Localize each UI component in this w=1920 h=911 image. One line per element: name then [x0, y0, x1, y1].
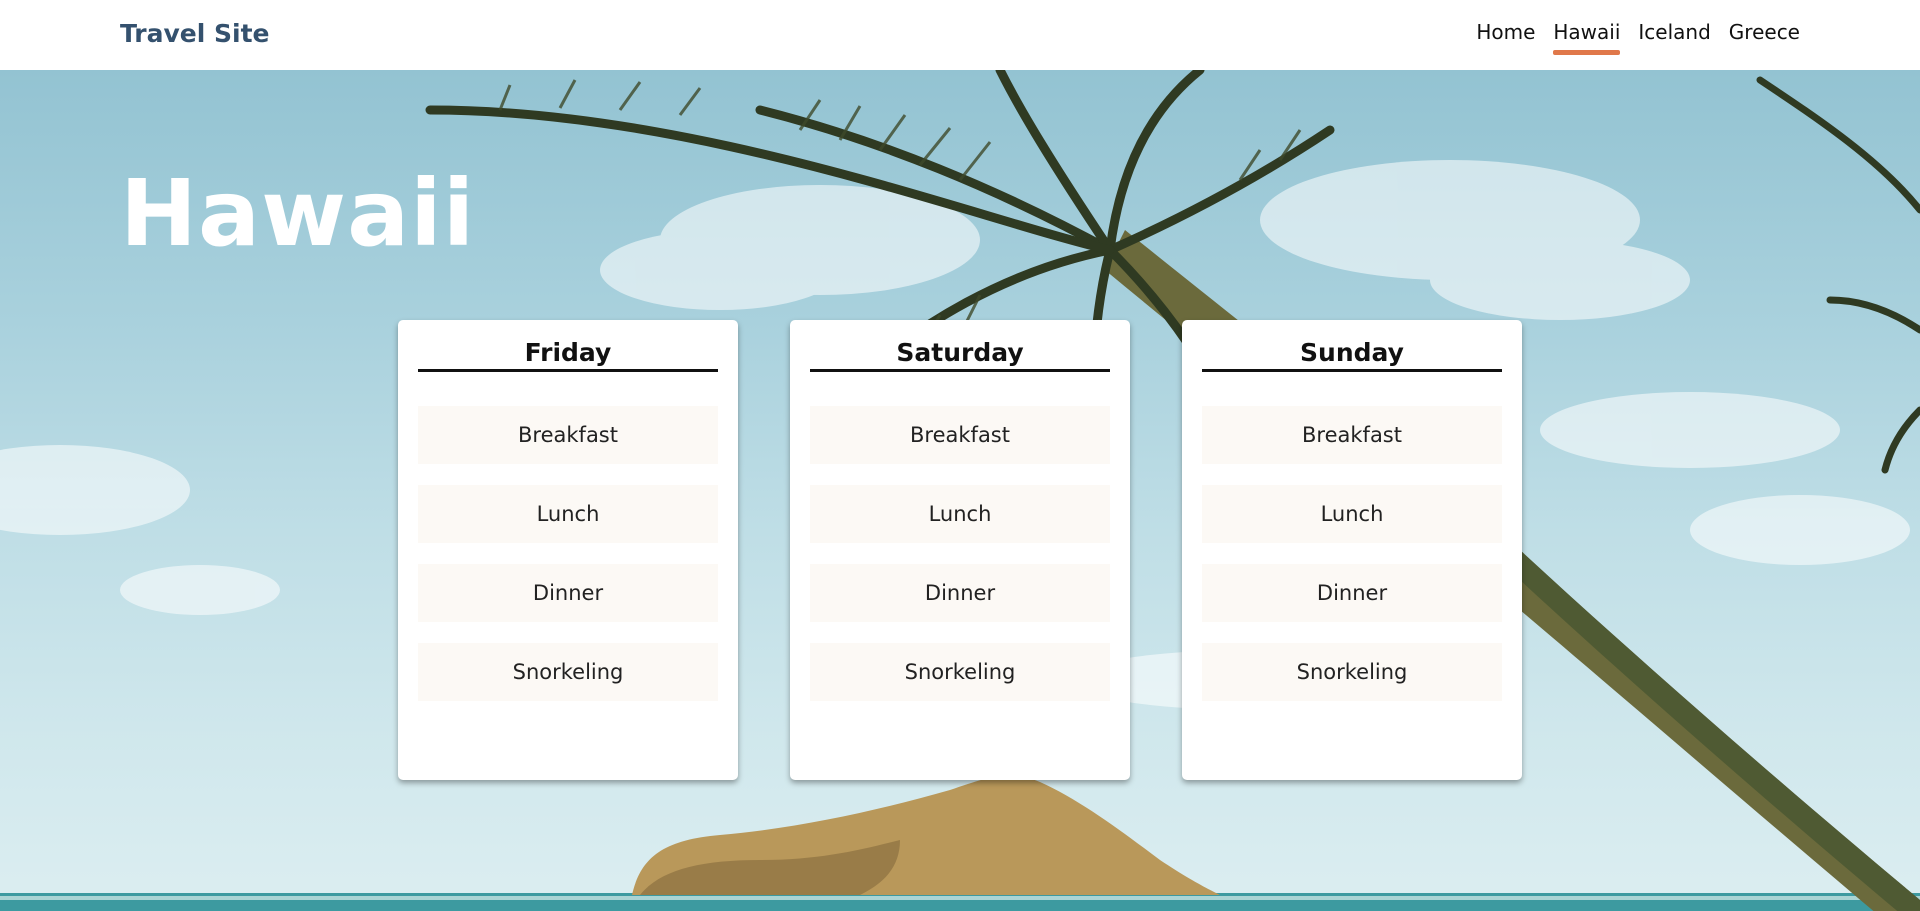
activity-list: Breakfast Lunch Dinner Snorkeling: [1202, 406, 1502, 701]
day-card-sunday: Sunday Breakfast Lunch Dinner Snorkeling: [1182, 320, 1522, 780]
nav-link-hawaii[interactable]: Hawaii: [1553, 20, 1621, 55]
activity-item[interactable]: Breakfast: [1202, 406, 1502, 464]
day-title: Friday: [418, 338, 718, 372]
day-title: Sunday: [1202, 338, 1502, 372]
day-title: Saturday: [810, 338, 1110, 372]
activity-item[interactable]: Dinner: [1202, 564, 1502, 622]
activity-item[interactable]: Breakfast: [810, 406, 1110, 464]
activity-item[interactable]: Lunch: [1202, 485, 1502, 543]
activity-list: Breakfast Lunch Dinner Snorkeling: [810, 406, 1110, 701]
nav-link-greece[interactable]: Greece: [1729, 20, 1800, 55]
itinerary-cards: Friday Breakfast Lunch Dinner Snorkeling…: [398, 320, 1522, 780]
activity-item[interactable]: Dinner: [810, 564, 1110, 622]
day-card-friday: Friday Breakfast Lunch Dinner Snorkeling: [398, 320, 738, 780]
page-title: Hawaii: [120, 160, 476, 267]
day-card-saturday: Saturday Breakfast Lunch Dinner Snorkeli…: [790, 320, 1130, 780]
hero-section: Hawaii Friday Breakfast Lunch Dinner Sno…: [0, 70, 1920, 911]
activity-item[interactable]: Snorkeling: [810, 643, 1110, 701]
nav-menu: Home Hawaii Iceland Greece: [1476, 20, 1800, 55]
nav-link-home[interactable]: Home: [1476, 20, 1535, 55]
activity-list: Breakfast Lunch Dinner Snorkeling: [418, 406, 718, 701]
activity-item[interactable]: Lunch: [810, 485, 1110, 543]
activity-item[interactable]: Breakfast: [418, 406, 718, 464]
top-navbar: Travel Site Home Hawaii Iceland Greece: [0, 0, 1920, 70]
activity-item[interactable]: Lunch: [418, 485, 718, 543]
activity-item[interactable]: Snorkeling: [1202, 643, 1502, 701]
activity-item[interactable]: Snorkeling: [418, 643, 718, 701]
activity-item[interactable]: Dinner: [418, 564, 718, 622]
site-brand-link[interactable]: Travel Site: [120, 19, 270, 48]
nav-link-iceland[interactable]: Iceland: [1638, 20, 1710, 55]
